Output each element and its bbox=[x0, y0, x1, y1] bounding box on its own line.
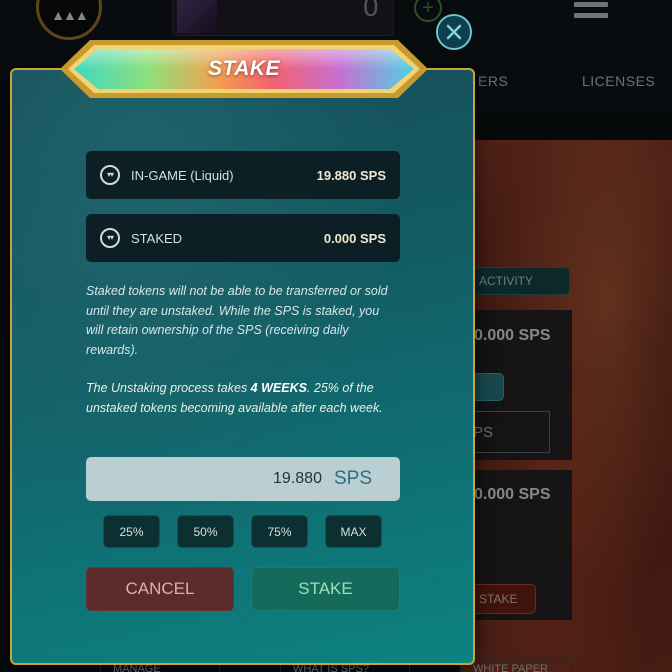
staked-balance-row: ▾▾ STAKED 0.000 SPS bbox=[86, 214, 400, 262]
unstaking-duration: 4 WEEKS bbox=[250, 381, 307, 395]
percent-75-button[interactable]: 75% bbox=[251, 515, 308, 548]
cancel-button[interactable]: CANCEL bbox=[86, 567, 234, 611]
amount-unit: SPS bbox=[333, 468, 372, 489]
sps-coin-icon: ▾▾ bbox=[100, 228, 120, 248]
staking-info-text: Staked tokens will not be able to be tra… bbox=[86, 284, 388, 357]
staked-label: STAKED bbox=[131, 230, 183, 246]
in-game-balance-row: ▾▾ IN-GAME (Liquid) 19.880 SPS bbox=[86, 151, 400, 199]
in-game-value: 19.880 SPS bbox=[316, 167, 386, 183]
title-banner: STAKE bbox=[60, 34, 428, 104]
percent-50-button[interactable]: 50% bbox=[177, 515, 234, 548]
sps-coin-icon: ▾▾ bbox=[100, 165, 120, 185]
stake-button[interactable]: STAKE bbox=[251, 567, 400, 611]
percent-25-button[interactable]: 25% bbox=[103, 515, 160, 548]
max-button[interactable]: MAX bbox=[325, 515, 382, 548]
stake-amount-input[interactable]: 19.880 SPS bbox=[86, 457, 400, 501]
close-icon bbox=[446, 24, 462, 40]
unstaking-prefix: The Unstaking process takes bbox=[86, 381, 251, 395]
amount-value[interactable]: 19.880 bbox=[273, 470, 322, 488]
unstaking-info-text: The Unstaking process takes 4 WEEKS. 25%… bbox=[86, 379, 400, 418]
modal-title: STAKE bbox=[207, 57, 281, 80]
staked-value: 0.000 SPS bbox=[323, 230, 386, 246]
in-game-label: IN-GAME (Liquid) bbox=[131, 167, 234, 183]
close-button[interactable] bbox=[436, 14, 472, 50]
